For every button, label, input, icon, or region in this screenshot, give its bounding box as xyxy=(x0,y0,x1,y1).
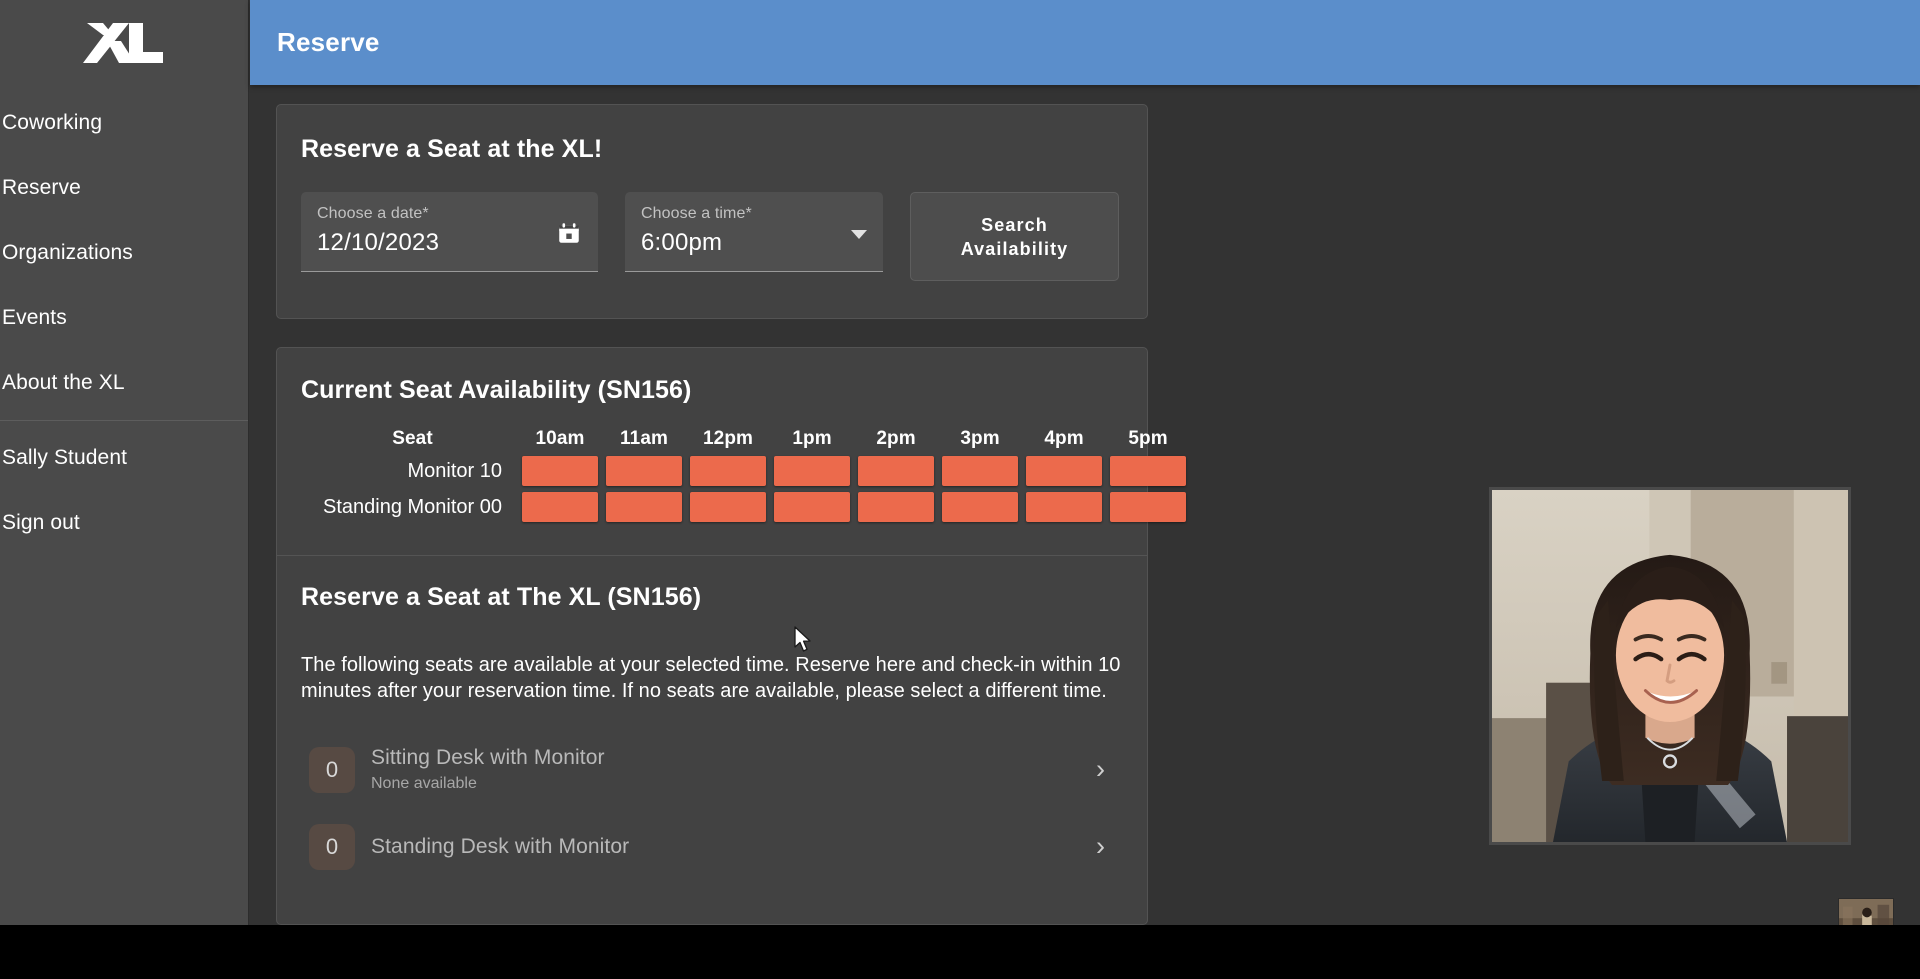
date-field[interactable]: Choose a date* 12/10/2023 xyxy=(301,192,598,272)
sidebar-item-label: About the XL xyxy=(2,370,125,394)
sidebar-item-label: Organizations xyxy=(2,240,133,264)
sidebar-item-events[interactable]: Events xyxy=(0,285,248,350)
column-header-time: 11am xyxy=(620,428,668,449)
availability-slot[interactable] xyxy=(690,492,767,522)
sidebar-item-label: Coworking xyxy=(2,110,103,134)
column-header-time: 3pm xyxy=(960,428,1000,449)
search-availability-button[interactable]: Search Availability xyxy=(910,192,1119,281)
screen-root: Coworking Reserve Organizations Events A… xyxy=(0,0,1920,979)
column-header-time: 2pm xyxy=(876,428,916,449)
availability-slot[interactable] xyxy=(1026,492,1103,522)
chevron-down-icon[interactable] xyxy=(851,230,867,239)
availability-slot[interactable] xyxy=(522,456,599,486)
availability-card: Current Seat Availability (SN156) Seat 1… xyxy=(276,347,1187,925)
seat-row-label: Standing Monitor 00 xyxy=(323,495,503,518)
availability-slot[interactable] xyxy=(942,492,1019,522)
seat-count-badge: 0 xyxy=(309,746,355,793)
availability-slot[interactable] xyxy=(606,492,683,522)
column-header-time: 4pm xyxy=(1044,428,1084,449)
seat-option-title: Standing Desk with Monitor xyxy=(371,834,630,858)
sidebar-item-organizations[interactable]: Organizations xyxy=(0,220,248,285)
availability-table-body: Monitor 10 Standing Monitor 00 xyxy=(323,456,1187,522)
sidebar-item-label: Events xyxy=(2,305,67,329)
list-item[interactable]: 0 Sitting Desk with Monitor None availab… xyxy=(301,731,1123,808)
webcam-video-thumbnail[interactable] xyxy=(1838,898,1894,925)
chevron-right-icon[interactable]: › xyxy=(1096,833,1109,860)
availability-slot[interactable] xyxy=(774,456,851,486)
chevron-right-icon[interactable]: › xyxy=(1096,756,1109,783)
seat-option-list: 0 Sitting Desk with Monitor None availab… xyxy=(301,731,1123,885)
list-item[interactable]: 0 Standing Desk with Monitor › xyxy=(301,808,1123,885)
availability-slot[interactable] xyxy=(1110,492,1187,522)
time-field-value: 6:00pm xyxy=(641,229,723,256)
sidebar-item-label: Sally Student xyxy=(2,445,128,469)
seat-option-subtitle: None available xyxy=(371,775,477,792)
column-header-seat: Seat xyxy=(392,428,433,449)
reserve-section-title: Reserve a Seat at The XL (SN156) xyxy=(301,583,702,611)
seat-option-title: Sitting Desk with Monitor xyxy=(371,746,605,769)
sidebar-item-sign-out[interactable]: Sign out xyxy=(0,490,248,555)
sidebar: Coworking Reserve Organizations Events A… xyxy=(0,0,249,925)
search-button-line-1: Search xyxy=(981,214,1048,235)
availability-slot[interactable] xyxy=(942,456,1019,486)
screen-letterbox xyxy=(0,925,1920,979)
sidebar-item-sally-student[interactable]: Sally Student xyxy=(0,425,248,490)
time-field-label: Choose a time* xyxy=(641,205,752,222)
calendar-icon[interactable] xyxy=(556,220,582,246)
availability-slot[interactable] xyxy=(522,492,599,522)
availability-slot[interactable] xyxy=(858,456,935,486)
seat-row-label: Monitor 10 xyxy=(407,459,503,482)
availability-slot[interactable] xyxy=(606,456,683,486)
page-title: Reserve xyxy=(277,27,380,57)
table-row: Standing Monitor 00 xyxy=(323,492,1187,522)
availability-slot[interactable] xyxy=(690,456,767,486)
column-header-time: 10am xyxy=(535,428,585,449)
app-bar: Reserve xyxy=(250,0,1920,85)
availability-table: Seat 10am 11am 12pm 1pm 2pm 3pm 4pm 5pm xyxy=(315,422,1194,528)
time-field[interactable]: Choose a time* 6:00pm xyxy=(625,192,883,272)
sidebar-item-about-the-xl[interactable]: About the XL xyxy=(0,350,248,415)
availability-slot[interactable] xyxy=(1110,456,1187,486)
xl-logo[interactable] xyxy=(0,0,248,86)
date-field-label: Choose a date* xyxy=(317,205,429,222)
availability-title: Current Seat Availability (SN156) xyxy=(301,376,692,404)
table-header-row: Seat 10am 11am 12pm 1pm 2pm 3pm 4pm 5pm xyxy=(323,428,1186,450)
sidebar-item-reserve[interactable]: Reserve xyxy=(0,155,248,220)
availability-slot[interactable] xyxy=(774,492,851,522)
sidebar-item-label: Reserve xyxy=(2,175,81,199)
availability-slot[interactable] xyxy=(1026,456,1103,486)
sidebar-nav: Coworking Reserve Organizations Events A… xyxy=(0,86,248,555)
column-header-time: 12pm xyxy=(702,428,754,449)
search-card-title: Reserve a Seat at the XL! xyxy=(301,135,603,163)
reserve-description: The following seats are available at you… xyxy=(301,654,1121,702)
date-field-value: 12/10/2023 xyxy=(317,229,440,256)
seat-count-badge: 0 xyxy=(309,823,355,870)
sidebar-divider xyxy=(0,420,248,421)
browser-viewport: Coworking Reserve Organizations Events A… xyxy=(0,0,1920,925)
column-header-time: 1pm xyxy=(792,428,832,449)
reserve-search-card: Reserve a Seat at the XL! Choose a date*… xyxy=(276,104,1148,319)
table-row: Monitor 10 xyxy=(323,456,1187,486)
sidebar-item-coworking[interactable]: Coworking xyxy=(0,90,248,155)
webcam-video-main[interactable] xyxy=(1489,487,1851,845)
availability-slot[interactable] xyxy=(858,492,935,522)
search-form: Choose a date* 12/10/2023 Choose a time*… xyxy=(301,192,1123,281)
column-header-time: 5pm xyxy=(1128,428,1168,449)
search-button-line-2: Availability xyxy=(960,238,1069,259)
sidebar-item-label: Sign out xyxy=(2,510,80,534)
